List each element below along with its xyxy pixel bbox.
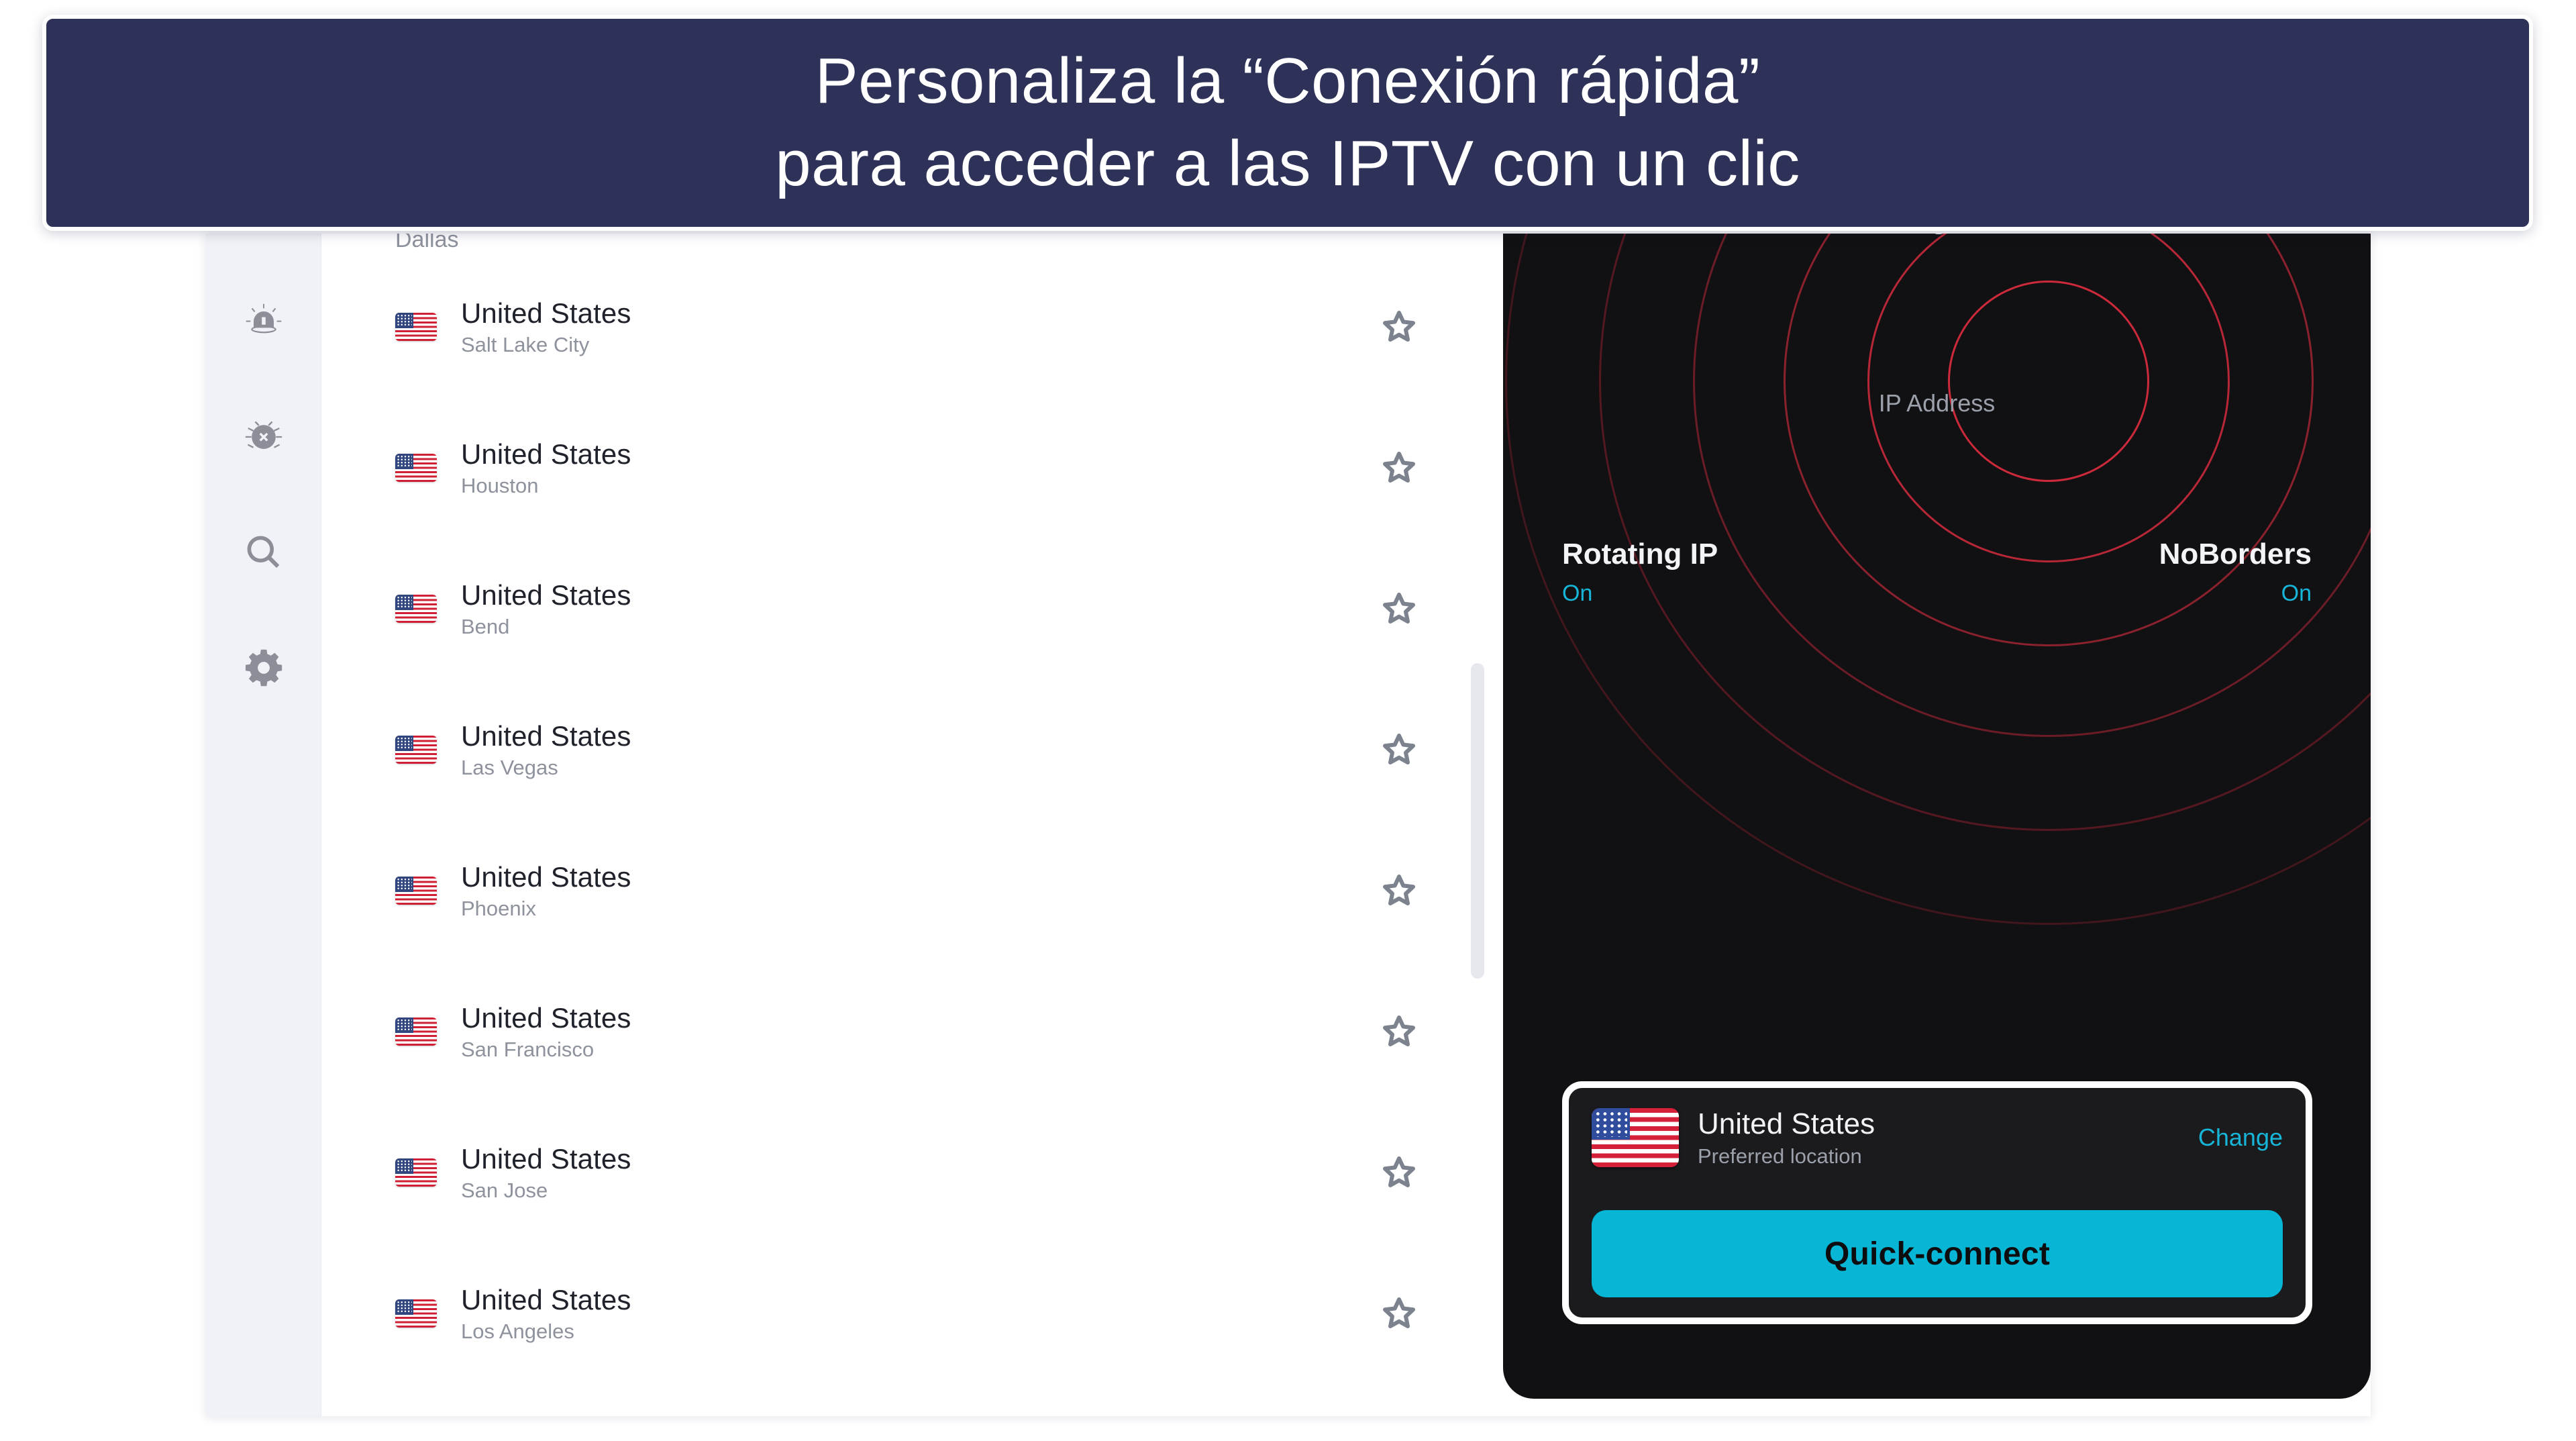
server-row[interactable]: United States Los Angeles <box>321 1243 1503 1384</box>
server-row-texts: United States Salt Lake City <box>461 297 1376 357</box>
sidebar-icon-rail <box>206 234 321 1416</box>
server-row-city: Houston <box>461 474 539 498</box>
instruction-banner-text: Personaliza la “Conexión rápida” para ac… <box>735 40 1841 205</box>
preferred-location-texts: United States Preferred location <box>1698 1109 2198 1166</box>
favorite-star-icon[interactable] <box>1376 726 1423 773</box>
server-row-texts: United States Phoenix <box>461 862 1376 919</box>
server-row[interactable]: United States Salt Lake City <box>321 256 1503 397</box>
server-row-texts: United States San Francisco <box>461 1003 1376 1060</box>
server-row-city: Bend <box>461 615 510 639</box>
server-rows-container: United States Salt Lake City United States… <box>321 256 1503 1416</box>
dashboard-card: to stay safe IP Address Rotating IP On N… <box>1503 234 2371 1399</box>
server-row[interactable]: United States Houston <box>321 397 1503 538</box>
server-row-texts: United States San Jose <box>461 1144 1376 1201</box>
server-row-city: San Francisco <box>461 1038 595 1062</box>
us-flag-icon <box>395 736 437 764</box>
dashboard-headline: to stay safe <box>1503 234 2371 243</box>
preferred-location-country: United States <box>1698 1107 1875 1141</box>
instruction-banner: Personaliza la “Conexión rápida” para ac… <box>42 15 2533 231</box>
change-location-link[interactable]: Change <box>2198 1124 2283 1152</box>
sidebar-item-dark-web-monitor[interactable] <box>235 525 293 583</box>
quick-connect-card: United States Preferred location Change … <box>1562 1081 2312 1324</box>
favorite-star-icon[interactable] <box>1376 1008 1423 1055</box>
preferred-location-subtitle: Preferred location <box>1698 1144 1862 1168</box>
us-flag-icon <box>1592 1108 1679 1167</box>
server-row-country: United States <box>461 860 631 893</box>
server-row-texts: United States Los Angeles <box>461 1285 1376 1342</box>
sidebar-item-settings[interactable] <box>235 640 293 698</box>
instruction-banner-line-1: Personaliza la “Conexión rápida” <box>815 45 1761 117</box>
us-flag-icon <box>395 595 437 623</box>
server-row-country: United States <box>461 1142 631 1175</box>
ip-address-label: IP Address <box>1878 389 1996 417</box>
feature-rotating-ip[interactable]: Rotating IP On <box>1562 538 1718 607</box>
feature-name: Rotating IP <box>1562 538 1718 570</box>
server-row[interactable]: United States Las Vegas <box>321 679 1503 820</box>
feature-state: On <box>2281 581 2312 607</box>
favorite-star-icon[interactable] <box>1376 1290 1423 1337</box>
feature-name: NoBorders <box>2159 538 2312 570</box>
server-row-country: United States <box>461 297 631 329</box>
server-list-pane: Dallas United States Salt Lake City United… <box>321 234 1503 1416</box>
favorite-star-icon[interactable] <box>1376 585 1423 632</box>
instruction-banner-line-2: para acceder a las IPTV con un clic <box>775 128 1800 199</box>
dark-web-monitor-icon <box>244 532 284 576</box>
us-flag-icon <box>395 1158 437 1187</box>
siren-icon <box>244 301 284 345</box>
bug-icon <box>244 417 284 460</box>
favorite-star-icon[interactable] <box>1376 1149 1423 1196</box>
server-row-texts: United States Bend <box>461 579 1376 639</box>
preferred-location-row[interactable]: United States Preferred location Change <box>1592 1108 2283 1167</box>
server-row-city: Los Angeles <box>461 1320 574 1344</box>
feature-status-row: Rotating IP On NoBorders On <box>1562 538 2312 607</box>
server-row-city: Salt Lake City <box>461 333 590 357</box>
scrollbar-thumb[interactable] <box>1471 663 1484 979</box>
server-row-country: United States <box>461 1001 631 1034</box>
us-flag-icon <box>395 1017 437 1046</box>
server-row-city: Las Vegas <box>461 756 558 780</box>
server-row-country: United States <box>461 1283 631 1315</box>
server-row-partial[interactable]: Dallas <box>321 234 1503 251</box>
server-row-texts: United States Houston <box>461 438 1376 498</box>
favorite-star-icon[interactable] <box>1376 303 1423 350</box>
us-flag-icon <box>395 313 437 341</box>
server-row[interactable]: United States San Francisco <box>321 961 1503 1102</box>
us-flag-icon <box>395 1299 437 1328</box>
dashboard-pane: to stay safe IP Address Rotating IP On N… <box>1503 234 2371 1416</box>
favorite-star-icon[interactable] <box>1376 867 1423 914</box>
gear-icon <box>244 648 284 691</box>
us-flag-icon <box>395 877 437 905</box>
feature-noborders[interactable]: NoBorders On <box>2159 538 2312 607</box>
server-row-city: San Jose <box>461 1179 548 1203</box>
favorite-star-icon[interactable] <box>1376 444 1423 491</box>
feature-state: On <box>1562 581 1593 607</box>
sidebar-item-malware-protection[interactable] <box>235 409 293 467</box>
server-row-city: Dallas <box>395 234 459 252</box>
server-row-texts: United States Las Vegas <box>461 719 1376 780</box>
server-row-country: United States <box>461 579 631 611</box>
server-row-city: Phoenix <box>461 897 537 921</box>
server-row-country: United States <box>461 719 631 752</box>
server-row[interactable]: United States Phoenix <box>321 820 1503 961</box>
us-flag-icon <box>395 454 437 482</box>
vpn-app-window: Dallas United States Salt Lake City United… <box>206 234 2371 1416</box>
server-row[interactable]: United States San Jose <box>321 1102 1503 1243</box>
server-row-country: United States <box>461 438 631 470</box>
server-row[interactable]: United States Bend <box>321 538 1503 679</box>
quick-connect-button[interactable]: Quick-connect <box>1592 1210 2283 1297</box>
sidebar-item-threat-alert[interactable] <box>235 294 293 352</box>
